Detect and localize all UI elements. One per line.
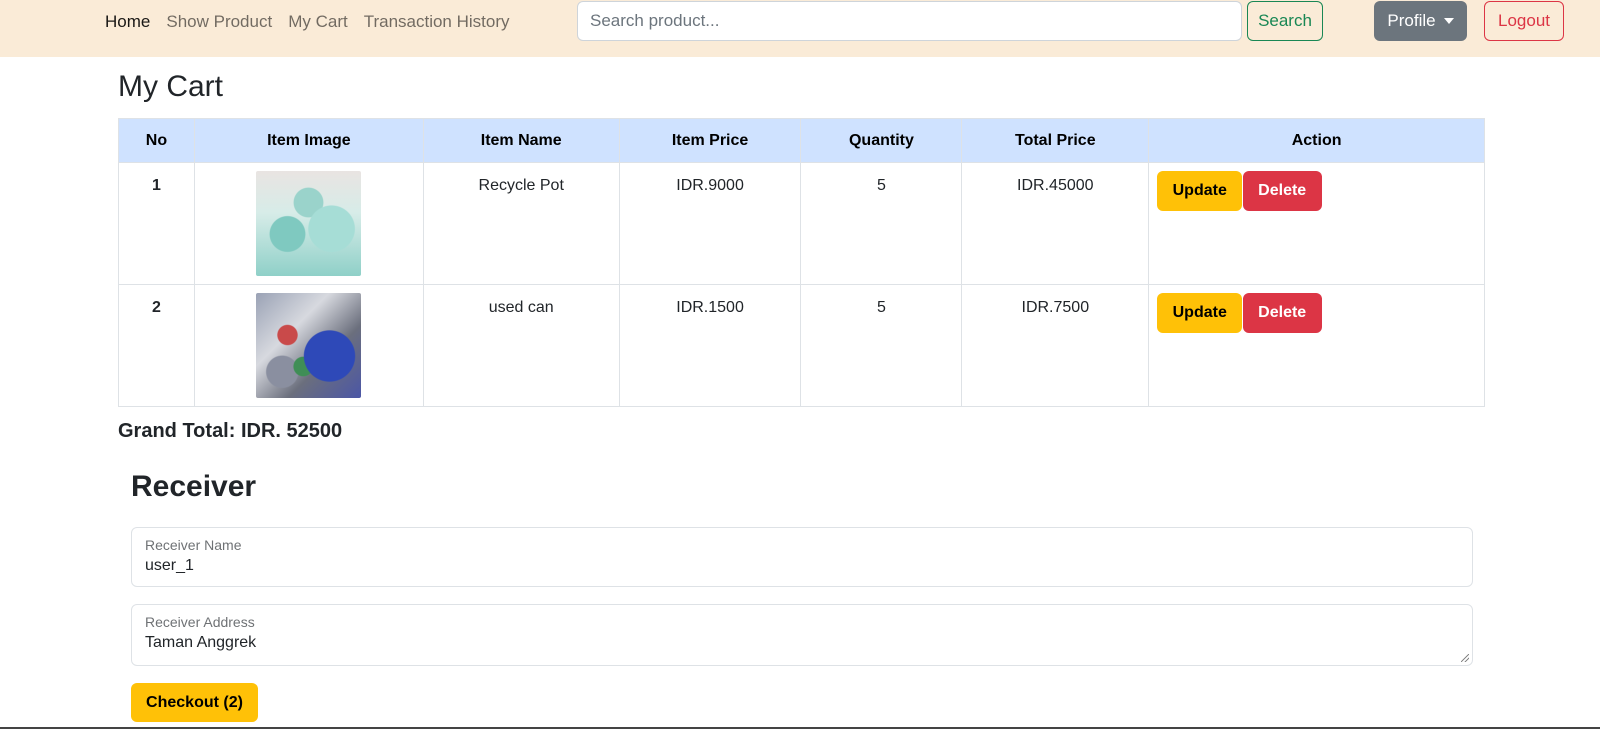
profile-label: Profile: [1387, 11, 1436, 30]
header-quantity: Quantity: [800, 118, 963, 163]
delete-button[interactable]: Delete: [1242, 293, 1322, 333]
search-button[interactable]: Search: [1247, 1, 1323, 41]
nav-link-home[interactable]: Home: [97, 12, 158, 32]
cart-table: No Item Image Item Name Item Price Quant…: [118, 118, 1485, 407]
nav-links: Home Show Product My Cart Transaction Hi…: [97, 0, 518, 44]
row-total-price: IDR.45000: [961, 162, 1150, 285]
header-action: Action: [1148, 118, 1485, 163]
row-item-name: used can: [422, 284, 620, 407]
caret-down-icon: [1443, 18, 1454, 24]
used-can-image: [256, 293, 362, 398]
row-no: 1: [118, 162, 195, 285]
logout-button[interactable]: Logout: [1484, 1, 1564, 41]
checkout-button[interactable]: Checkout (2): [131, 683, 258, 722]
row-item-price: IDR.1500: [618, 284, 802, 407]
page-title: My Cart: [118, 70, 223, 103]
row-item-name: Recycle Pot: [422, 162, 620, 285]
receiver-name-label: Receiver Name: [145, 537, 242, 553]
header-item-name: Item Name: [422, 118, 620, 163]
row-quantity: 5: [800, 284, 963, 407]
row-item-price: IDR.9000: [618, 162, 802, 285]
receiver-address-value: Taman Anggrek: [145, 634, 257, 651]
nav-link-transaction-history[interactable]: Transaction History: [356, 12, 518, 32]
search-input[interactable]: [577, 1, 1242, 41]
grand-total: Grand Total: IDR. 52500: [118, 420, 343, 442]
navbar: Home Show Product My Cart Transaction Hi…: [0, 0, 1600, 57]
header-item-image: Item Image: [193, 118, 424, 163]
update-button[interactable]: Update: [1157, 171, 1243, 211]
header-item-price: Item Price: [618, 118, 802, 163]
update-button[interactable]: Update: [1157, 293, 1243, 333]
nav-link-show-product[interactable]: Show Product: [158, 12, 280, 32]
nav-link-my-cart[interactable]: My Cart: [280, 12, 356, 32]
receiver-name-value: user_1: [145, 557, 194, 574]
row-quantity: 5: [800, 162, 963, 285]
row-total-price: IDR.7500: [961, 284, 1150, 407]
table-header-row: No Item Image Item Name Item Price Quant…: [118, 118, 1485, 163]
row-action-cell: Update Delete: [1148, 284, 1485, 407]
delete-button[interactable]: Delete: [1242, 171, 1322, 211]
header-no: No: [118, 118, 195, 163]
table-row: 1 Recycle Pot IDR.9000 5 IDR.45000 Updat…: [118, 162, 1485, 285]
receiver-address-label: Receiver Address: [145, 614, 255, 630]
row-no: 2: [118, 284, 195, 407]
row-action-cell: Update Delete: [1148, 162, 1485, 285]
header-total-price: Total Price: [961, 118, 1150, 163]
recycle-pot-image: [256, 171, 362, 276]
table-row: 2 used can IDR.1500 5 IDR.7500 Update De…: [118, 284, 1485, 407]
row-image-cell: [193, 284, 424, 407]
resize-handle-icon[interactable]: [1461, 654, 1469, 662]
receiver-title: Receiver: [131, 470, 257, 503]
row-image-cell: [193, 162, 424, 285]
receiver-address-field[interactable]: Receiver Address Taman Anggrek: [131, 604, 1473, 666]
receiver-name-field[interactable]: Receiver Name user_1: [131, 527, 1473, 587]
profile-dropdown-button[interactable]: Profile: [1374, 1, 1467, 41]
